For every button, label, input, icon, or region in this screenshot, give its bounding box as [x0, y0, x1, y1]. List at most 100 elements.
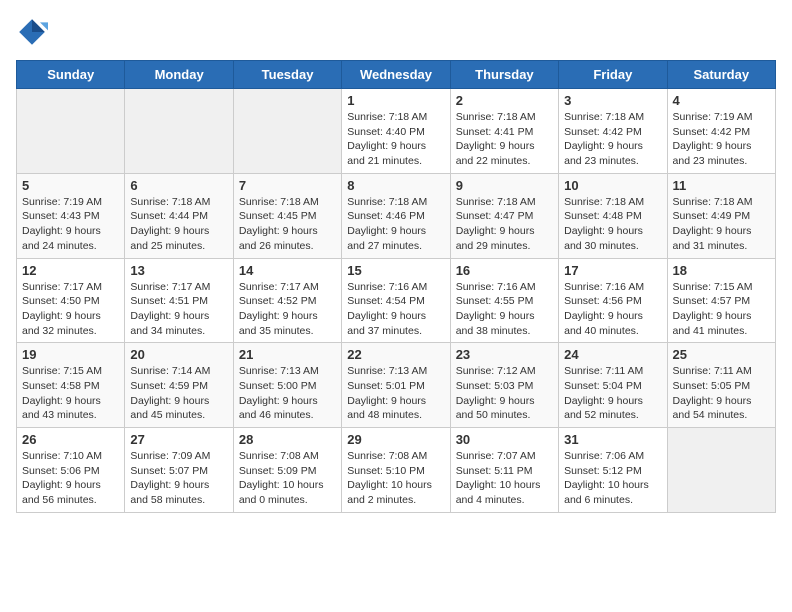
calendar-cell — [667, 428, 775, 513]
day-info: Sunrise: 7:17 AM Sunset: 4:52 PM Dayligh… — [239, 280, 336, 339]
weekday-header: Wednesday — [342, 61, 450, 89]
day-number: 8 — [347, 178, 444, 193]
day-number: 24 — [564, 347, 661, 362]
day-number: 15 — [347, 263, 444, 278]
weekday-header: Saturday — [667, 61, 775, 89]
day-info: Sunrise: 7:08 AM Sunset: 5:09 PM Dayligh… — [239, 449, 336, 508]
day-info: Sunrise: 7:15 AM Sunset: 4:58 PM Dayligh… — [22, 364, 119, 423]
calendar-week-row: 5 Sunrise: 7:19 AM Sunset: 4:43 PM Daylig… — [17, 173, 776, 258]
day-number: 16 — [456, 263, 553, 278]
day-info: Sunrise: 7:13 AM Sunset: 5:00 PM Dayligh… — [239, 364, 336, 423]
day-info: Sunrise: 7:19 AM Sunset: 4:43 PM Dayligh… — [22, 195, 119, 254]
calendar-cell: 2 Sunrise: 7:18 AM Sunset: 4:41 PM Daylig… — [450, 89, 558, 174]
day-info: Sunrise: 7:18 AM Sunset: 4:44 PM Dayligh… — [130, 195, 227, 254]
calendar-header: SundayMondayTuesdayWednesdayThursdayFrid… — [17, 61, 776, 89]
calendar-cell: 20 Sunrise: 7:14 AM Sunset: 4:59 PM Dayli… — [125, 343, 233, 428]
day-info: Sunrise: 7:06 AM Sunset: 5:12 PM Dayligh… — [564, 449, 661, 508]
day-info: Sunrise: 7:18 AM Sunset: 4:41 PM Dayligh… — [456, 110, 553, 169]
day-info: Sunrise: 7:10 AM Sunset: 5:06 PM Dayligh… — [22, 449, 119, 508]
calendar-cell: 4 Sunrise: 7:19 AM Sunset: 4:42 PM Daylig… — [667, 89, 775, 174]
day-info: Sunrise: 7:12 AM Sunset: 5:03 PM Dayligh… — [456, 364, 553, 423]
day-number: 13 — [130, 263, 227, 278]
calendar-week-row: 12 Sunrise: 7:17 AM Sunset: 4:50 PM Dayli… — [17, 258, 776, 343]
weekday-header: Thursday — [450, 61, 558, 89]
weekday-header: Tuesday — [233, 61, 341, 89]
day-info: Sunrise: 7:17 AM Sunset: 4:50 PM Dayligh… — [22, 280, 119, 339]
calendar-week-row: 26 Sunrise: 7:10 AM Sunset: 5:06 PM Dayli… — [17, 428, 776, 513]
day-number: 10 — [564, 178, 661, 193]
day-number: 21 — [239, 347, 336, 362]
day-info: Sunrise: 7:13 AM Sunset: 5:01 PM Dayligh… — [347, 364, 444, 423]
calendar-cell: 18 Sunrise: 7:15 AM Sunset: 4:57 PM Dayli… — [667, 258, 775, 343]
day-number: 11 — [673, 178, 770, 193]
day-info: Sunrise: 7:18 AM Sunset: 4:40 PM Dayligh… — [347, 110, 444, 169]
day-number: 2 — [456, 93, 553, 108]
day-number: 29 — [347, 432, 444, 447]
day-number: 5 — [22, 178, 119, 193]
calendar-cell: 5 Sunrise: 7:19 AM Sunset: 4:43 PM Daylig… — [17, 173, 125, 258]
logo — [16, 16, 52, 48]
day-number: 25 — [673, 347, 770, 362]
day-number: 20 — [130, 347, 227, 362]
day-number: 1 — [347, 93, 444, 108]
day-number: 28 — [239, 432, 336, 447]
day-info: Sunrise: 7:07 AM Sunset: 5:11 PM Dayligh… — [456, 449, 553, 508]
calendar-week-row: 1 Sunrise: 7:18 AM Sunset: 4:40 PM Daylig… — [17, 89, 776, 174]
calendar-table: SundayMondayTuesdayWednesdayThursdayFrid… — [16, 60, 776, 513]
calendar-cell: 25Sunrise: 7:11 AM Sunset: 5:05 PM Dayli… — [667, 343, 775, 428]
calendar-cell: 1 Sunrise: 7:18 AM Sunset: 4:40 PM Daylig… — [342, 89, 450, 174]
day-info: Sunrise: 7:18 AM Sunset: 4:45 PM Dayligh… — [239, 195, 336, 254]
day-info: Sunrise: 7:18 AM Sunset: 4:49 PM Dayligh… — [673, 195, 770, 254]
day-number: 22 — [347, 347, 444, 362]
day-info: Sunrise: 7:16 AM Sunset: 4:56 PM Dayligh… — [564, 280, 661, 339]
day-info: Sunrise: 7:16 AM Sunset: 4:55 PM Dayligh… — [456, 280, 553, 339]
day-number: 26 — [22, 432, 119, 447]
calendar-cell: 11 Sunrise: 7:18 AM Sunset: 4:49 PM Dayli… — [667, 173, 775, 258]
day-number: 6 — [130, 178, 227, 193]
day-info: Sunrise: 7:16 AM Sunset: 4:54 PM Dayligh… — [347, 280, 444, 339]
calendar-cell: 9 Sunrise: 7:18 AM Sunset: 4:47 PM Daylig… — [450, 173, 558, 258]
weekday-header: Friday — [559, 61, 667, 89]
calendar-cell — [233, 89, 341, 174]
calendar-body: 1 Sunrise: 7:18 AM Sunset: 4:40 PM Daylig… — [17, 89, 776, 513]
calendar-cell: 3 Sunrise: 7:18 AM Sunset: 4:42 PM Daylig… — [559, 89, 667, 174]
calendar-cell: 15 Sunrise: 7:16 AM Sunset: 4:54 PM Dayli… — [342, 258, 450, 343]
day-number: 23 — [456, 347, 553, 362]
calendar-cell: 22 Sunrise: 7:13 AM Sunset: 5:01 PM Dayli… — [342, 343, 450, 428]
calendar-cell: 27Sunrise: 7:09 AM Sunset: 5:07 PM Dayli… — [125, 428, 233, 513]
calendar-cell: 30 Sunrise: 7:07 AM Sunset: 5:11 PM Dayli… — [450, 428, 558, 513]
day-number: 18 — [673, 263, 770, 278]
logo-icon — [16, 16, 48, 48]
calendar-cell: 12 Sunrise: 7:17 AM Sunset: 4:50 PM Dayli… — [17, 258, 125, 343]
calendar-cell — [17, 89, 125, 174]
day-number: 9 — [456, 178, 553, 193]
weekday-header: Monday — [125, 61, 233, 89]
day-info: Sunrise: 7:08 AM Sunset: 5:10 PM Dayligh… — [347, 449, 444, 508]
calendar-cell: 31Sunrise: 7:06 AM Sunset: 5:12 PM Dayli… — [559, 428, 667, 513]
calendar-cell: 7Sunrise: 7:18 AM Sunset: 4:45 PM Daylig… — [233, 173, 341, 258]
calendar-cell: 6 Sunrise: 7:18 AM Sunset: 4:44 PM Daylig… — [125, 173, 233, 258]
calendar-cell: 29 Sunrise: 7:08 AM Sunset: 5:10 PM Dayli… — [342, 428, 450, 513]
day-info: Sunrise: 7:19 AM Sunset: 4:42 PM Dayligh… — [673, 110, 770, 169]
day-info: Sunrise: 7:14 AM Sunset: 4:59 PM Dayligh… — [130, 364, 227, 423]
calendar-cell: 24 Sunrise: 7:11 AM Sunset: 5:04 PM Dayli… — [559, 343, 667, 428]
calendar-cell: 19Sunrise: 7:15 AM Sunset: 4:58 PM Dayli… — [17, 343, 125, 428]
day-info: Sunrise: 7:11 AM Sunset: 5:04 PM Dayligh… — [564, 364, 661, 423]
day-number: 4 — [673, 93, 770, 108]
day-info: Sunrise: 7:18 AM Sunset: 4:47 PM Dayligh… — [456, 195, 553, 254]
day-number: 3 — [564, 93, 661, 108]
day-number: 14 — [239, 263, 336, 278]
day-number: 12 — [22, 263, 119, 278]
day-info: Sunrise: 7:15 AM Sunset: 4:57 PM Dayligh… — [673, 280, 770, 339]
calendar-cell — [125, 89, 233, 174]
calendar-cell: 8Sunrise: 7:18 AM Sunset: 4:46 PM Daylig… — [342, 173, 450, 258]
day-number: 17 — [564, 263, 661, 278]
calendar-cell: 28 Sunrise: 7:08 AM Sunset: 5:09 PM Dayli… — [233, 428, 341, 513]
calendar-week-row: 19Sunrise: 7:15 AM Sunset: 4:58 PM Dayli… — [17, 343, 776, 428]
day-info: Sunrise: 7:18 AM Sunset: 4:42 PM Dayligh… — [564, 110, 661, 169]
calendar-cell: 13Sunrise: 7:17 AM Sunset: 4:51 PM Dayli… — [125, 258, 233, 343]
day-number: 30 — [456, 432, 553, 447]
page-header — [16, 16, 776, 48]
calendar-cell: 17 Sunrise: 7:16 AM Sunset: 4:56 PM Dayli… — [559, 258, 667, 343]
day-info: Sunrise: 7:18 AM Sunset: 4:48 PM Dayligh… — [564, 195, 661, 254]
